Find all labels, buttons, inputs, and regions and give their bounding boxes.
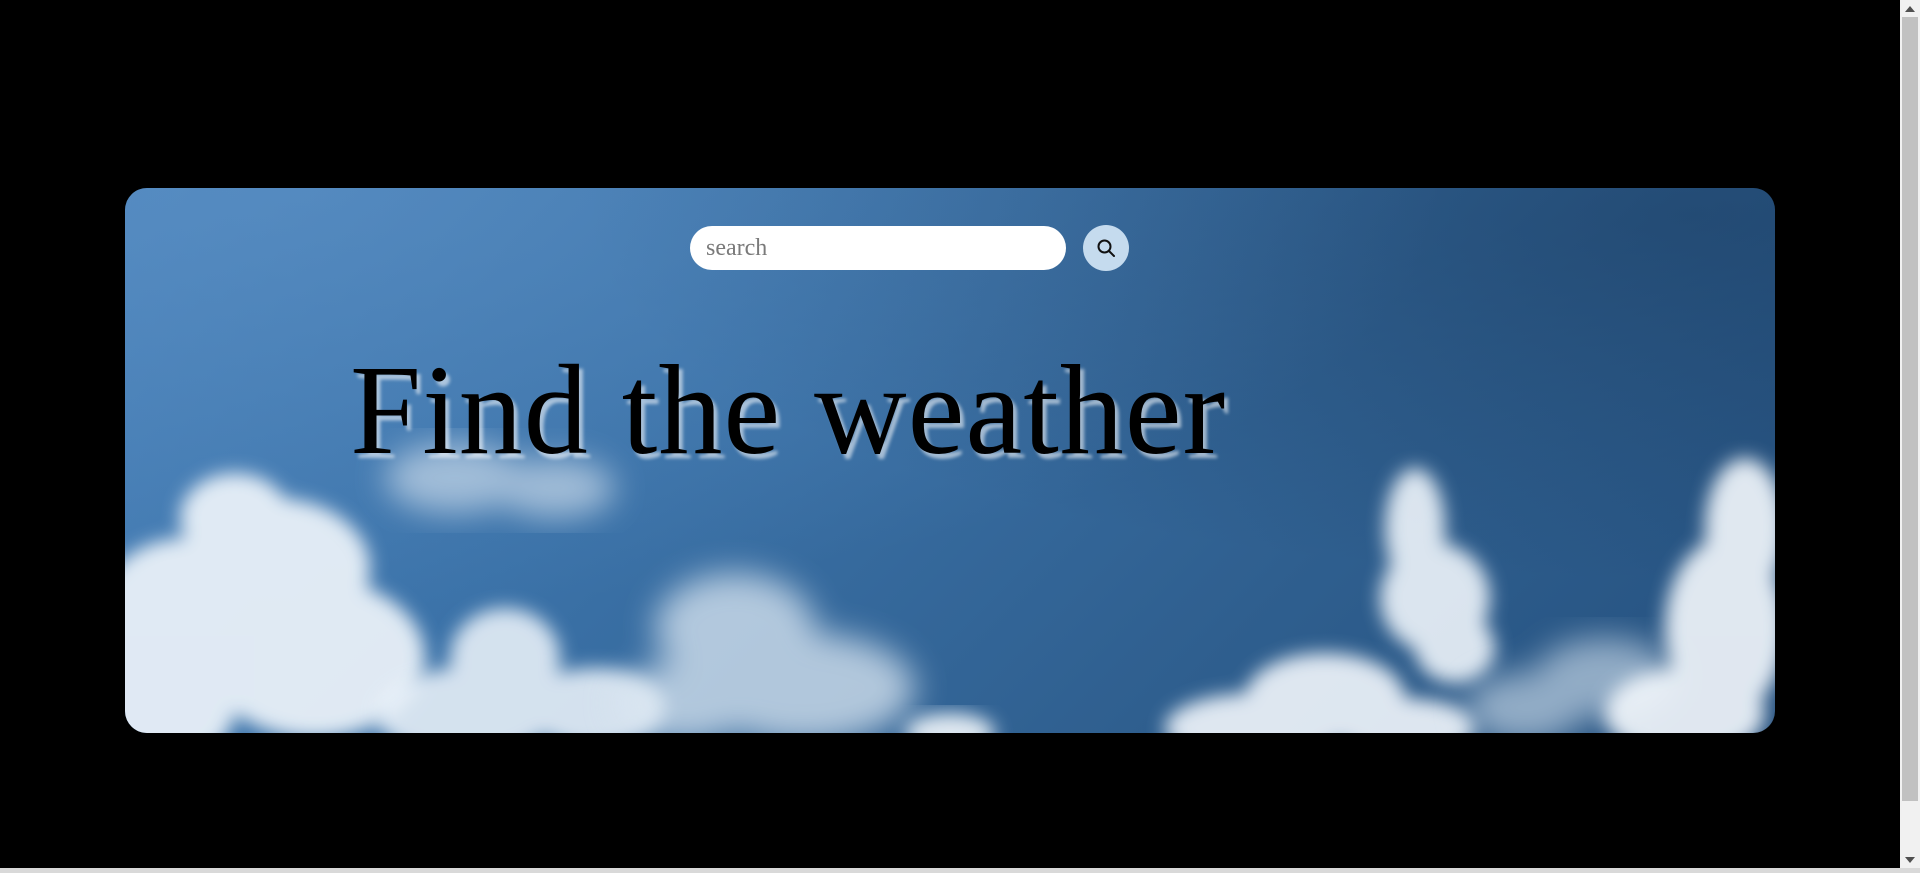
vertical-scrollbar[interactable] [1900, 0, 1920, 868]
search-bar [690, 225, 1129, 271]
scroll-down-arrow-icon[interactable] [1900, 851, 1920, 868]
scrollbar-thumb[interactable] [1902, 17, 1918, 801]
weather-hero-card: Find the weather [125, 188, 1775, 733]
search-button[interactable] [1083, 225, 1129, 271]
window-bottom-edge [0, 868, 1920, 873]
page-headline: Find the weather [350, 339, 1227, 481]
search-icon [1097, 239, 1115, 257]
page-viewport: Find the weather [0, 0, 1900, 868]
scroll-up-arrow-icon[interactable] [1900, 0, 1920, 17]
search-input[interactable] [690, 226, 1066, 270]
